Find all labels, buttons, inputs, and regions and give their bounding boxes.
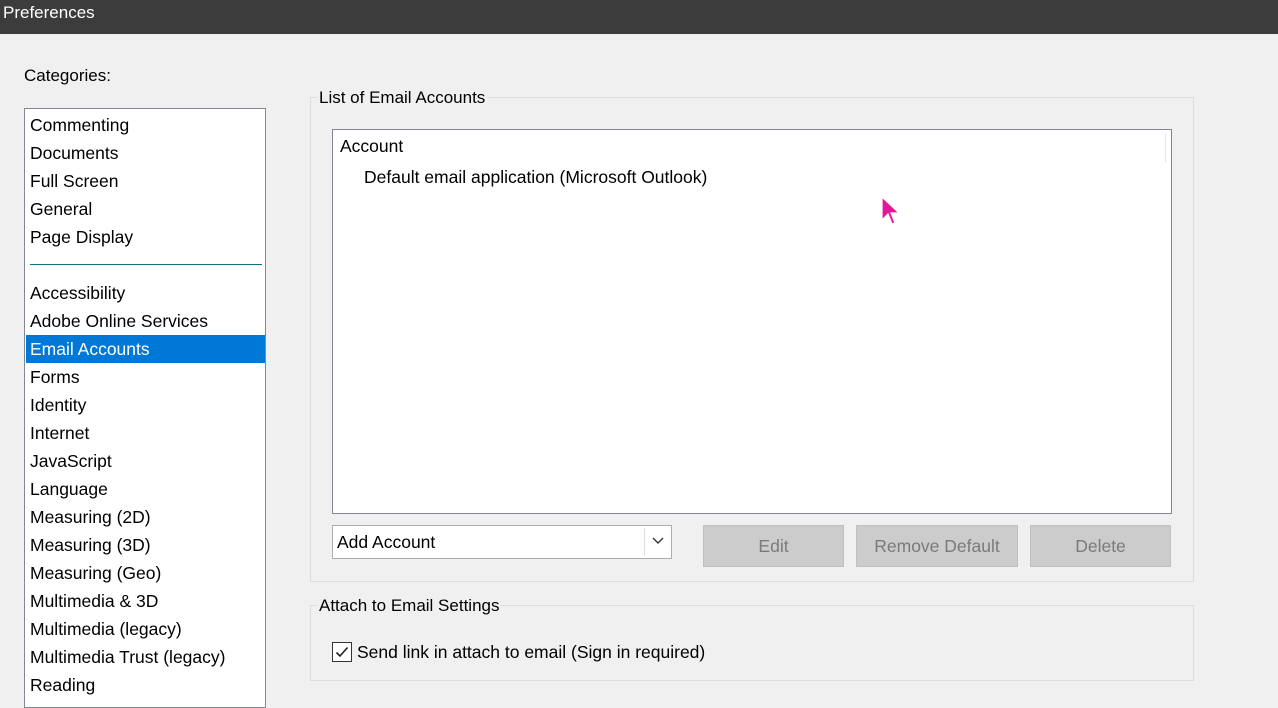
- category-item-reading[interactable]: Reading: [26, 671, 265, 699]
- category-item-multimedia-3d[interactable]: Multimedia & 3D: [26, 587, 265, 615]
- category-item-documents[interactable]: Documents: [26, 139, 265, 167]
- category-item-forms[interactable]: Forms: [26, 363, 265, 391]
- category-separator: [30, 264, 262, 265]
- attach-settings-group-title: Attach to Email Settings: [317, 596, 502, 616]
- category-item-internet[interactable]: Internet: [26, 419, 265, 447]
- account-column-header[interactable]: Account: [340, 136, 403, 157]
- checkmark-icon: [335, 646, 349, 658]
- title-bar: Preferences: [0, 0, 1278, 34]
- window-title: Preferences: [3, 3, 95, 22]
- category-item-language[interactable]: Language: [26, 475, 265, 503]
- remove-default-button[interactable]: Remove Default: [856, 525, 1018, 567]
- send-link-checkbox[interactable]: [332, 642, 352, 662]
- send-link-label[interactable]: Send link in attach to email (Sign in re…: [357, 642, 705, 663]
- category-item-javascript[interactable]: JavaScript: [26, 447, 265, 475]
- delete-button[interactable]: Delete: [1030, 525, 1171, 567]
- categories-label: Categories:: [24, 66, 111, 85]
- column-divider[interactable]: [1165, 134, 1166, 162]
- category-item-general[interactable]: General: [26, 195, 265, 223]
- category-item-measuring-3d[interactable]: Measuring (3D): [26, 531, 265, 559]
- category-item-adobe-online-services[interactable]: Adobe Online Services: [26, 307, 265, 335]
- category-item-identity[interactable]: Identity: [26, 391, 265, 419]
- category-item-measuring-geo[interactable]: Measuring (Geo): [26, 559, 265, 587]
- edit-button[interactable]: Edit: [703, 525, 844, 567]
- email-accounts-list[interactable]: Account Default email application (Micro…: [332, 129, 1172, 514]
- category-item-page-display[interactable]: Page Display: [26, 223, 265, 251]
- category-item-multimedia-legacy[interactable]: Multimedia (legacy): [26, 615, 265, 643]
- add-account-value: Add Account: [337, 532, 436, 552]
- category-item-multimedia-trust-legacy[interactable]: Multimedia Trust (legacy): [26, 643, 265, 671]
- email-accounts-group-title: List of Email Accounts: [317, 88, 488, 108]
- mouse-cursor-icon: [881, 195, 903, 226]
- category-item-commenting[interactable]: Commenting: [26, 111, 265, 139]
- account-row-default[interactable]: Default email application (Microsoft Out…: [364, 167, 707, 188]
- category-item-email-accounts[interactable]: Email Accounts: [26, 335, 265, 363]
- dropdown-divider: [644, 528, 645, 556]
- category-item-measuring-2d[interactable]: Measuring (2D): [26, 503, 265, 531]
- category-item-accessibility[interactable]: Accessibility: [26, 279, 265, 307]
- add-account-dropdown[interactable]: Add Account: [332, 525, 672, 559]
- categories-list[interactable]: Commenting Documents Full Screen General…: [24, 108, 266, 708]
- category-item-full-screen[interactable]: Full Screen: [26, 167, 265, 195]
- chevron-down-icon[interactable]: [649, 531, 667, 551]
